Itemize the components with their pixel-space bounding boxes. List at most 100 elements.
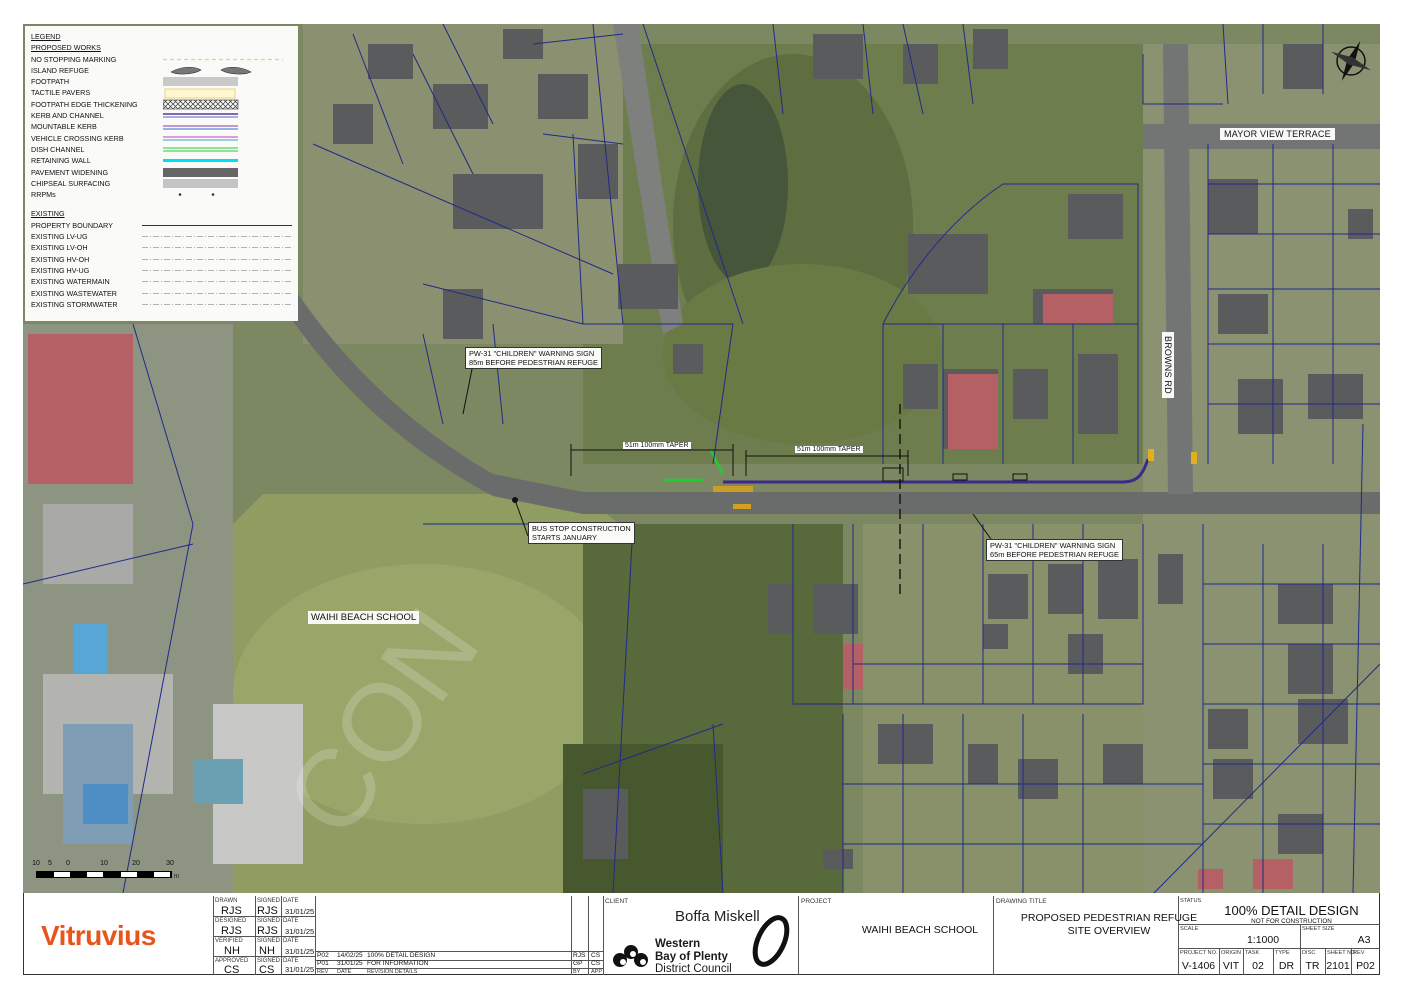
scale-bar-ticks: 10 5 0 10 20 30 [30,860,180,870]
legend-label: EXISTING HV-UG [31,265,90,275]
revision-header-details: REVISION DETAILS [367,969,418,975]
scale-unit: m [174,874,179,880]
legend-row: EXISTING STORMWATER [31,299,292,310]
date-label: DATE [283,918,299,924]
legend-symbol [163,54,292,65]
legend-symbol [163,167,292,178]
signed-value: RJS [257,905,278,917]
legend-existing-heading: EXISTING [31,209,65,219]
drawing-title: PROPOSED PEDESTRIAN REFUGE SITE OVERVIEW [1019,912,1199,938]
legend-row: EXISTING WATERMAIN [31,276,292,287]
verified-value: NH [224,945,240,957]
revision-header-app: APP [591,969,603,975]
legend-symbol [142,265,292,276]
bus-stop-callout: BUS STOP CONSTRUCTION STARTS JANUARY [528,522,635,545]
legend-label: PROPERTY BOUNDARY [31,220,113,230]
designed-value: RJS [221,925,242,937]
legend-label: EXISTING WASTEWATER [31,288,117,298]
legend-symbol [163,76,292,87]
drawn-label: DRAWN [215,898,238,904]
legend-proposed-heading: PROPOSED WORKS [31,43,101,53]
revision-header: REV DATE REVISION DETAILS BY APP [317,969,602,975]
legend-row: RRPMs [31,189,292,200]
revision-rev: P01 [317,960,329,967]
revision-header-date: DATE [337,969,352,975]
legend-symbol [142,231,292,242]
callout-line: PW-31 "CHILDREN" WARNING SIGN [469,349,595,358]
revision-by: RJS [573,952,586,959]
legend-label: VEHICLE CROSSING KERB [31,133,124,143]
revision-date: 31/01/25 [337,960,363,967]
legend-symbol [163,189,292,200]
code-value: 2101 [1326,960,1350,972]
legend-label: DISH CHANNEL [31,144,85,154]
callout-line: BUS STOP CONSTRUCTION [532,524,631,533]
wbop-council-logo-icon [613,945,648,967]
code-label: REV [1353,950,1365,956]
project-name: WAIHI BEACH SCHOOL [861,924,979,936]
legend-row: EXISTING LV-OH [31,242,292,253]
boffa-miskell-mark-icon [752,915,790,967]
legend-row: FOOTPATH [31,76,292,87]
scale-tick: 10 [32,860,40,867]
legend-symbol [142,288,292,299]
signed-label: SIGNED [257,938,281,944]
legend-row: EXISTING HV-UG [31,265,292,276]
legend-symbol [142,220,292,231]
revision-header-rev: REV [317,969,329,975]
sheet-size-label: SHEET SIZE [1302,926,1335,932]
legend-label: CHIPSEAL SURFACING [31,178,111,188]
callout-line: STARTS JANUARY [532,533,597,543]
legend-symbol [142,242,292,253]
date-value: 31/01/25 [285,907,315,916]
callout-line: 85m BEFORE PEDESTRIAN REFUGE [469,358,598,368]
legend-row: TACTILE PAVERS [31,87,292,99]
code-value: V-1406 [1181,960,1216,972]
drawing-title-label: DRAWING TITLE [996,898,1047,905]
signed-value: NH [259,945,275,957]
legend-row: ISLAND REFUGE [31,65,292,76]
legend-row: VEHICLE CROSSING KERB [31,133,292,144]
revision-details: FOR INFORMATION [367,960,429,967]
warning-sign-east-callout: PW-31 "CHILDREN" WARNING SIGN 65m BEFORE… [986,539,1123,562]
browns-rd-label: BROWNS RD [1162,332,1174,398]
revision-by: GP [573,960,583,967]
legend-row: EXISTING WASTEWATER [31,288,292,299]
revision-app: CS [591,960,601,967]
code-value: 02 [1252,960,1264,972]
code-value: DR [1278,960,1295,972]
legend-row: EXISTING LV-UG [31,231,292,242]
project-label: PROJECT [801,898,832,905]
legend-row: PAVEMENT WIDENING [31,167,292,178]
legend-label: NO STOPPING MARKING [31,54,117,64]
signed-label: SIGNED [257,898,281,904]
drawn-value: RJS [221,905,242,917]
legend-label: RETAINING WALL [31,156,91,166]
legend-label: EXISTING HV-OH [31,254,90,264]
legend-symbol [163,155,292,166]
scale-value: 1:1000 [1246,934,1280,946]
scale-tick: 10 [100,860,108,867]
legend-label: EXISTING LV-UG [31,232,88,242]
status-label: STATUS [1180,898,1202,904]
code-value: TR [1305,960,1320,972]
wbop-line: Western [655,938,701,950]
legend-label: KERB AND CHANNEL [31,111,104,121]
legend-symbol [163,178,292,189]
date-value: 31/01/25 [285,947,315,956]
legend-symbol [163,65,292,76]
sheet-size-value: A3 [1357,934,1371,946]
legend-symbol [142,299,292,310]
legend-symbol [163,133,292,144]
legend-symbol [163,122,292,133]
legend-label: MOUNTABLE KERB [31,122,97,132]
legend-row: EXISTING HV-OH [31,254,292,265]
legend-symbol [142,254,292,265]
scale-tick: 20 [132,860,140,867]
revision-details: 100% DETAIL DESIGN [367,952,436,959]
signed-value: RJS [257,925,278,937]
drawing-title-line: SITE OVERVIEW [1067,925,1151,937]
scale-label: SCALE [1180,926,1199,932]
legend-symbol [163,144,292,155]
designed-label: DESIGNED [215,918,247,924]
